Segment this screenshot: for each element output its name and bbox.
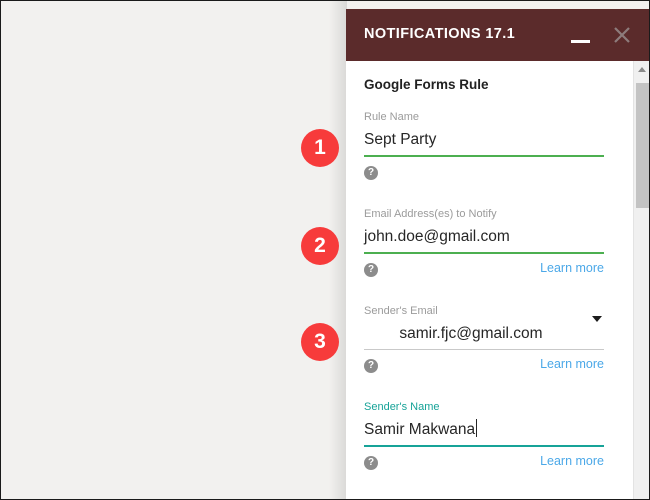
page-backdrop: [1, 1, 346, 499]
help-icon[interactable]: ?: [364, 166, 378, 180]
screenshot-root: NOTIFICATIONS 17.1 Google Forms Rule Rul…: [0, 0, 650, 500]
close-button[interactable]: [608, 21, 636, 49]
panel-scrollbar[interactable]: [633, 61, 649, 499]
panel-body: Google Forms Rule Rule Name Sept Party ?…: [346, 61, 649, 499]
field-underline: [364, 252, 604, 254]
caret-up-icon: [638, 67, 646, 72]
field-label: Sender's Name: [364, 401, 440, 413]
field-help-row: ?: [364, 163, 604, 189]
field-underline: [364, 445, 604, 447]
field-senders-email: Sender's Email samir.fjc@gmail.com ? Lea…: [364, 304, 604, 382]
field-help-row: ? Learn more: [364, 260, 604, 286]
scrollbar-thumb[interactable]: [636, 83, 649, 208]
field-help-row: ? Learn more: [364, 356, 604, 382]
minimize-button[interactable]: [568, 23, 594, 49]
form-content: Google Forms Rule Rule Name Sept Party ?…: [346, 61, 622, 499]
field-help-row: ? Learn more: [364, 453, 604, 479]
field-senders-name: Sender's Name Samir Makwana ? Learn more: [364, 400, 604, 479]
field-underline: [364, 349, 604, 350]
field-label: Email Address(es) to Notify: [364, 208, 497, 220]
email-addresses-input[interactable]: john.doe@gmail.com: [364, 221, 604, 252]
panel-titlebar: NOTIFICATIONS 17.1: [346, 9, 649, 61]
help-icon[interactable]: ?: [364, 456, 378, 470]
minimize-icon: [571, 40, 590, 43]
senders-email-select[interactable]: samir.fjc@gmail.com: [364, 318, 604, 349]
senders-name-text: Samir Makwana: [364, 421, 476, 438]
learn-more-link[interactable]: Learn more: [540, 357, 604, 371]
chevron-down-icon[interactable]: [592, 316, 602, 322]
close-icon: [614, 27, 630, 43]
field-underline: [364, 155, 604, 157]
section-title: Google Forms Rule: [364, 77, 489, 92]
help-icon[interactable]: ?: [364, 263, 378, 277]
rule-name-input[interactable]: Sept Party: [364, 124, 604, 155]
help-icon[interactable]: ?: [364, 359, 378, 373]
field-label: Sender's Email: [364, 305, 438, 317]
step-badge-3: 3: [301, 323, 339, 361]
learn-more-link[interactable]: Learn more: [540, 454, 604, 468]
step-badge-2: 2: [301, 227, 339, 265]
learn-more-link[interactable]: Learn more: [540, 261, 604, 275]
notifications-panel: NOTIFICATIONS 17.1 Google Forms Rule Rul…: [346, 9, 649, 499]
field-email-addresses: Email Address(es) to Notify john.doe@gma…: [364, 207, 604, 286]
senders-name-input[interactable]: Samir Makwana: [364, 414, 604, 445]
step-badge-1: 1: [301, 129, 339, 167]
field-label: Rule Name: [364, 111, 420, 123]
field-rule-name: Rule Name Sept Party ?: [364, 110, 604, 189]
text-caret: [476, 419, 478, 437]
scroll-up-button[interactable]: [634, 61, 649, 78]
panel-title: NOTIFICATIONS 17.1: [364, 26, 516, 42]
